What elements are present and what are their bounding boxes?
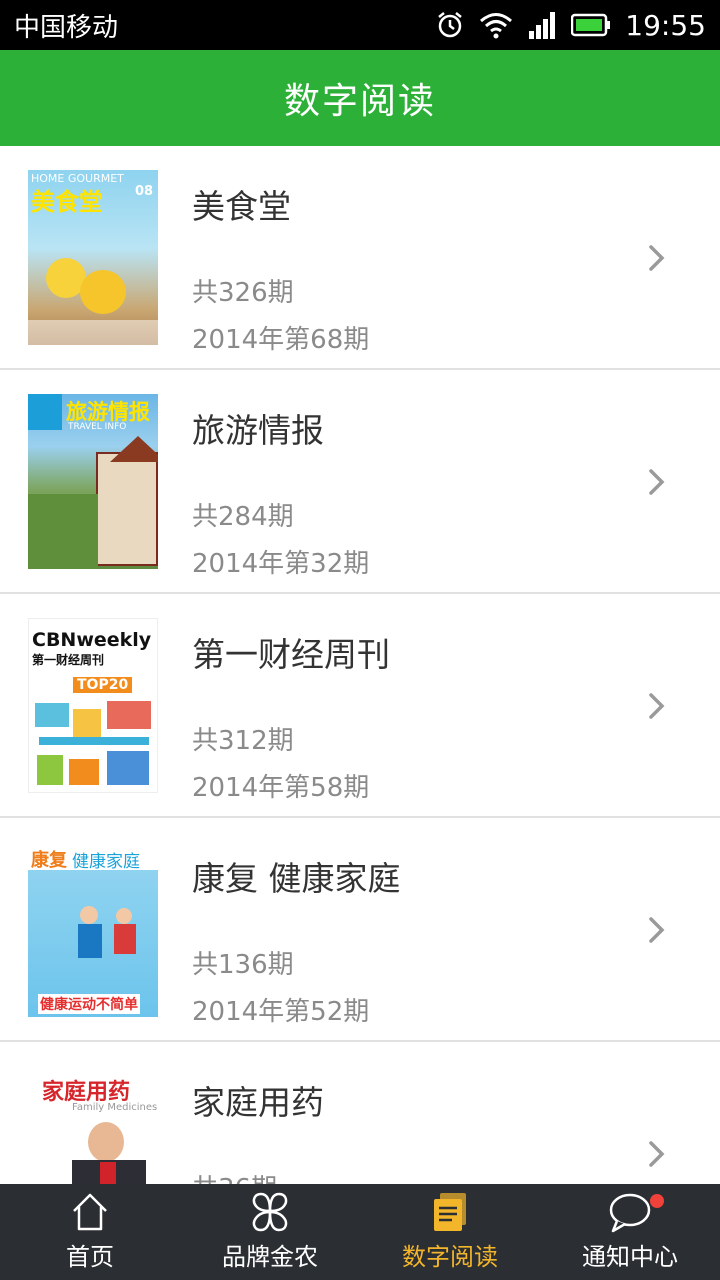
tab-label: 品牌金农 xyxy=(222,1243,318,1271)
magazine-title: 美食堂 xyxy=(192,187,291,226)
status-icons: 19:55 xyxy=(435,9,706,42)
clock: 19:55 xyxy=(625,8,706,42)
magazine-title: 第一财经周刊 xyxy=(192,635,390,674)
bottom-tab-bar: 首页 品牌金农 数字阅读 通知中心 xyxy=(0,1184,720,1280)
magazine-title: 家庭用药 xyxy=(192,1083,324,1122)
list-item[interactable]: 旅游情报 TRAVEL INFO 旅游情报 共284期 2014年第32期 xyxy=(0,370,720,594)
latest-issue: 2014年第52期 xyxy=(192,997,370,1027)
chevron-right-icon xyxy=(649,245,665,271)
battery-icon xyxy=(571,13,611,37)
list-item[interactable]: 康复 健康家庭 健康运动不简单 康复 健康家庭 共136期 2014年第52期 xyxy=(0,818,720,1042)
notification-badge xyxy=(650,1194,664,1208)
alarm-icon xyxy=(438,12,463,38)
issue-count: 共326期 xyxy=(192,278,294,308)
latest-issue: 2014年第58期 xyxy=(192,773,370,803)
list-item[interactable]: 家庭用药 Family Medicines 家庭用药 共36期 xyxy=(0,1042,720,1184)
carrier-name: 中国移动 xyxy=(14,12,119,43)
magazine-cover: CBNweekly 第一财经周刊 TOP20 xyxy=(28,618,158,793)
magazine-cover: 旅游情报 TRAVEL INFO xyxy=(28,394,158,569)
tab-label: 首页 xyxy=(66,1243,114,1271)
list-item[interactable]: HOME GOURMET 美食堂 08 美食堂 共326期 2014年第68期 xyxy=(0,146,720,370)
page-title: 数字阅读 xyxy=(283,81,436,122)
tab-home[interactable]: 首页 xyxy=(0,1184,180,1280)
magazine-cover: 康复 健康家庭 健康运动不简单 xyxy=(28,842,158,1017)
tab-notifications[interactable]: 通知中心 xyxy=(540,1184,720,1280)
home-icon xyxy=(73,1193,107,1231)
chevron-right-icon xyxy=(649,917,665,943)
magazine-title: 康复 健康家庭 xyxy=(192,859,401,898)
tab-brand[interactable]: 品牌金农 xyxy=(180,1184,360,1280)
latest-issue: 2014年第32期 xyxy=(192,549,370,579)
issue-count: 共284期 xyxy=(192,502,294,532)
tab-label: 数字阅读 xyxy=(402,1243,498,1271)
latest-issue: 2014年第68期 xyxy=(192,325,370,355)
chevron-right-icon xyxy=(649,469,665,495)
clover-icon xyxy=(252,1192,288,1232)
chevron-right-icon xyxy=(649,693,665,719)
signal-icon xyxy=(529,12,556,39)
issue-count: 共36期 xyxy=(192,1168,277,1184)
chevron-right-icon xyxy=(649,1141,665,1167)
magazine-cover: HOME GOURMET 美食堂 08 xyxy=(28,170,158,345)
list-item[interactable]: CBNweekly 第一财经周刊 TOP20 第一财经周刊 共312期 2014… xyxy=(0,594,720,818)
magazine-title: 旅游情报 xyxy=(192,411,324,450)
tab-label: 通知中心 xyxy=(582,1243,678,1271)
document-icon xyxy=(434,1193,466,1231)
issue-count: 共312期 xyxy=(192,726,294,756)
issue-count: 共136期 xyxy=(192,950,294,980)
status-bar: 中国移动 19:55 xyxy=(0,0,720,50)
magazine-list[interactable]: HOME GOURMET 美食堂 08 美食堂 共326期 2014年第68期 … xyxy=(0,146,720,1184)
wifi-icon xyxy=(480,13,513,39)
magazine-cover: 家庭用药 Family Medicines xyxy=(28,1066,158,1184)
app-header: 数字阅读 xyxy=(0,50,720,146)
tab-digital-reading[interactable]: 数字阅读 xyxy=(360,1184,540,1280)
chat-bubble-icon xyxy=(609,1193,651,1233)
